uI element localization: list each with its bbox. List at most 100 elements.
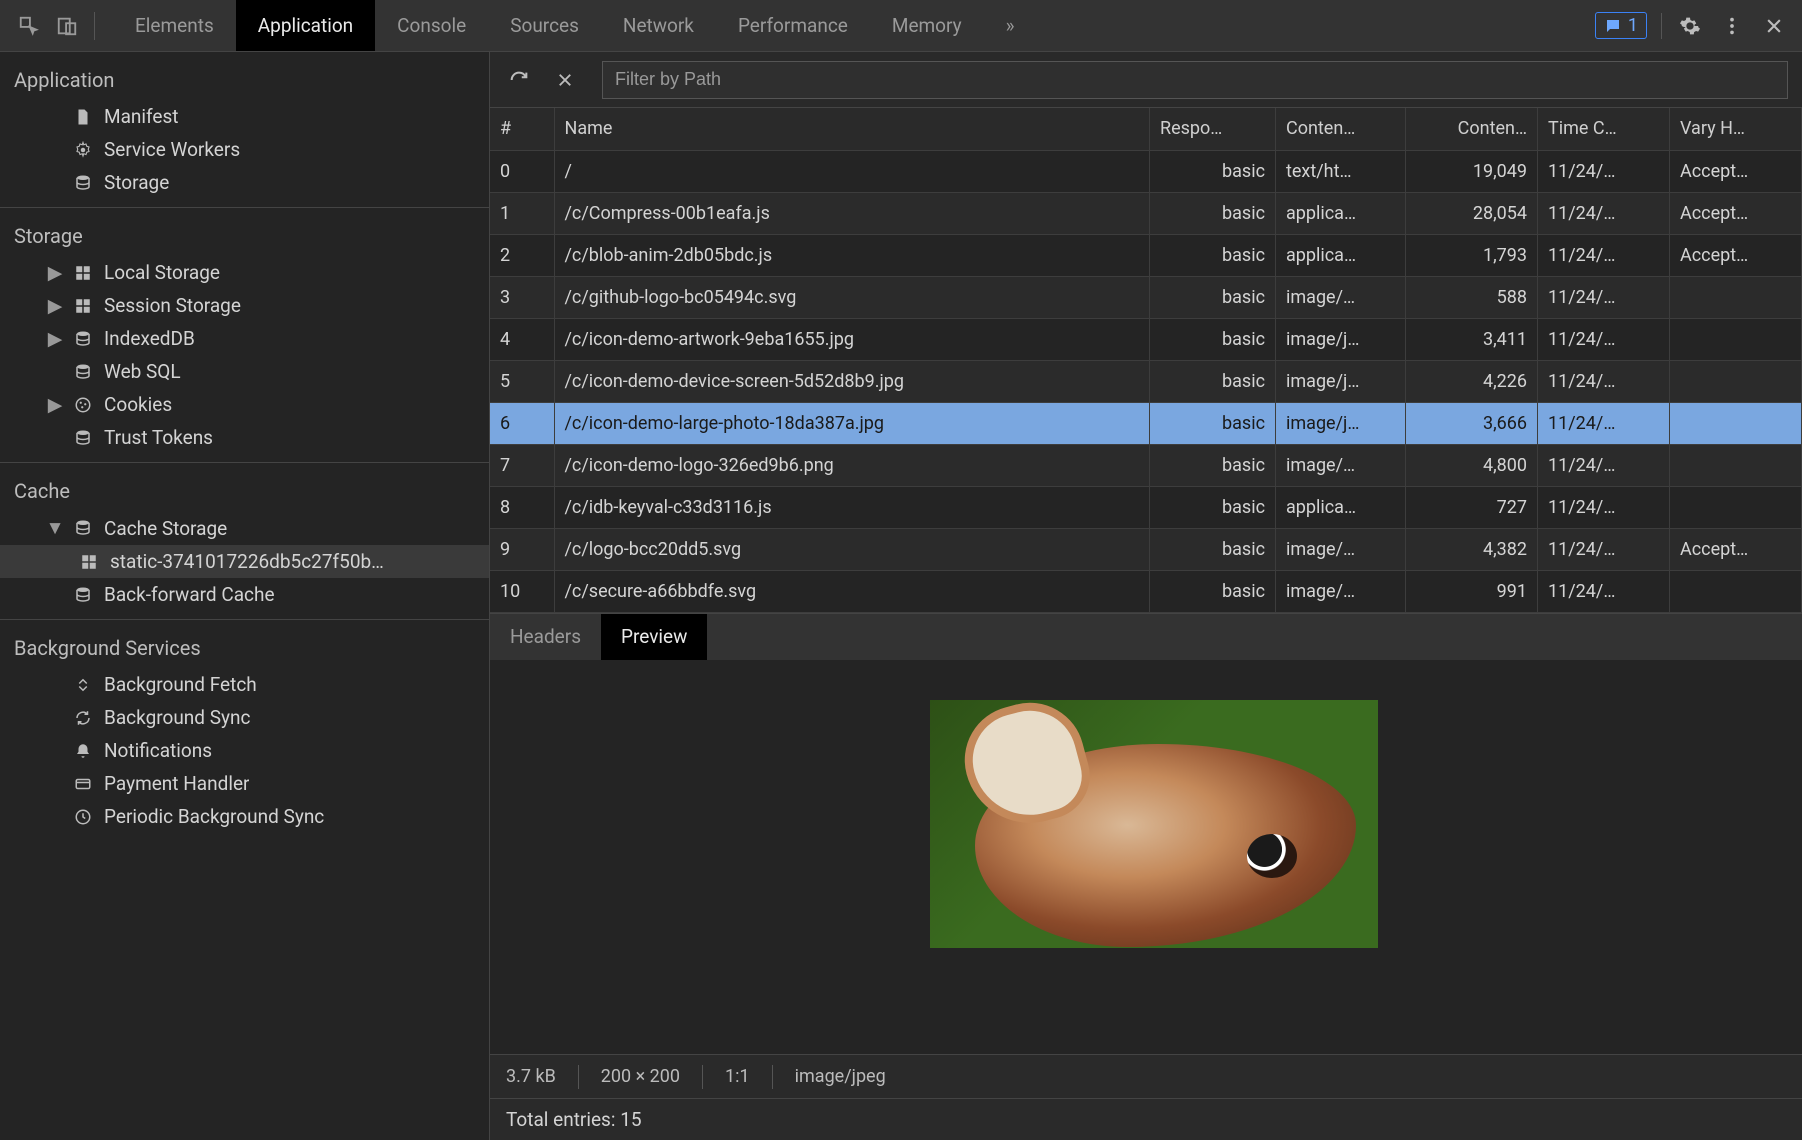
gear-icon bbox=[72, 141, 94, 159]
tab-console[interactable]: Console bbox=[375, 0, 488, 51]
refresh-button[interactable] bbox=[504, 65, 534, 95]
sidebar-item-notifications[interactable]: Notifications bbox=[0, 734, 489, 767]
cell-index: 9 bbox=[490, 528, 554, 570]
cell-time: 11/24/… bbox=[1538, 234, 1670, 276]
database-icon bbox=[72, 330, 94, 348]
sidebar-item-service-workers[interactable]: Service Workers bbox=[0, 133, 489, 166]
cell-time: 11/24/… bbox=[1538, 318, 1670, 360]
detail-tab-headers[interactable]: Headers bbox=[490, 614, 601, 660]
sidebar-item-trust-tokens[interactable]: Trust Tokens bbox=[0, 421, 489, 454]
sidebar-item-manifest[interactable]: Manifest bbox=[0, 100, 489, 133]
cell-response: basic bbox=[1150, 444, 1276, 486]
cell-response: basic bbox=[1150, 150, 1276, 192]
sidebar-item-session-storage[interactable]: ▶ Session Storage bbox=[0, 289, 489, 322]
cell-index: 2 bbox=[490, 234, 554, 276]
cell-content-type: image/j… bbox=[1276, 318, 1406, 360]
tab-sources[interactable]: Sources bbox=[488, 0, 601, 51]
table-row[interactable]: 0/basictext/ht…19,04911/24/…Accept… bbox=[490, 150, 1802, 192]
sidebar-item-cookies[interactable]: ▶ Cookies bbox=[0, 388, 489, 421]
inspect-element-icon[interactable] bbox=[12, 9, 46, 43]
tab-performance[interactable]: Performance bbox=[716, 0, 870, 51]
sidebar-item-indexeddb[interactable]: ▶ IndexedDB bbox=[0, 322, 489, 355]
preview-statusbar: 3.7 kB 200 × 200 1:1 image/jpeg bbox=[490, 1054, 1802, 1098]
table-row[interactable]: 7/c/icon-demo-logo-326ed9b6.pngbasicimag… bbox=[490, 444, 1802, 486]
cell-time: 11/24/… bbox=[1538, 528, 1670, 570]
device-toolbar-icon[interactable] bbox=[50, 9, 84, 43]
clock-icon bbox=[72, 808, 94, 826]
table-row[interactable]: 5/c/icon-demo-device-screen-5d52d8b9.jpg… bbox=[490, 360, 1802, 402]
cell-name: /c/idb-keyval-c33d3116.js bbox=[554, 486, 1150, 528]
bell-icon bbox=[72, 742, 94, 760]
sidebar-item-bg-fetch[interactable]: Background Fetch bbox=[0, 668, 489, 701]
cell-name: /c/blob-anim-2db05bdc.js bbox=[554, 234, 1150, 276]
detail-tab-preview[interactable]: Preview bbox=[601, 614, 707, 660]
sidebar-item-periodic-sync[interactable]: Periodic Background Sync bbox=[0, 800, 489, 833]
sidebar-item-payment[interactable]: Payment Handler bbox=[0, 767, 489, 800]
cell-content-type: image/… bbox=[1276, 276, 1406, 318]
panel-tabs: Elements Application Console Sources Net… bbox=[113, 0, 1037, 51]
sidebar-item-cache-storage[interactable]: ▼ Cache Storage bbox=[0, 511, 489, 545]
tab-more[interactable]: » bbox=[984, 0, 1037, 51]
cell-content-length: 1,793 bbox=[1406, 234, 1538, 276]
col-index[interactable]: # bbox=[490, 108, 554, 150]
tab-memory[interactable]: Memory bbox=[870, 0, 984, 51]
status-size: 3.7 kB bbox=[506, 1066, 556, 1087]
cell-vary bbox=[1670, 486, 1802, 528]
cell-name: /c/icon-demo-device-screen-5d52d8b9.jpg bbox=[554, 360, 1150, 402]
sidebar-item-websql[interactable]: Web SQL bbox=[0, 355, 489, 388]
section-application: Application bbox=[0, 60, 489, 100]
cell-content-type: image/… bbox=[1276, 444, 1406, 486]
cell-index: 6 bbox=[490, 402, 554, 444]
sidebar-item-bfcache[interactable]: Back-forward Cache bbox=[0, 578, 489, 611]
sidebar-item-bg-sync[interactable]: Background Sync bbox=[0, 701, 489, 734]
tab-elements[interactable]: Elements bbox=[113, 0, 236, 51]
status-dimensions: 200 × 200 bbox=[601, 1066, 680, 1087]
cell-index: 4 bbox=[490, 318, 554, 360]
cell-name: / bbox=[554, 150, 1150, 192]
fetch-icon bbox=[72, 676, 94, 694]
cell-name: /c/github-logo-bc05494c.svg bbox=[554, 276, 1150, 318]
card-icon bbox=[72, 775, 94, 793]
col-content-length[interactable]: Conten… bbox=[1406, 108, 1538, 150]
table-row[interactable]: 9/c/logo-bcc20dd5.svgbasicimage/…4,38211… bbox=[490, 528, 1802, 570]
tab-application[interactable]: Application bbox=[236, 0, 375, 51]
table-row[interactable]: 1/c/Compress-00b1eafa.jsbasicapplica…28,… bbox=[490, 192, 1802, 234]
sidebar-item-cache-entry[interactable]: static-3741017226db5c27f50b… bbox=[0, 545, 489, 578]
cell-response: basic bbox=[1150, 486, 1276, 528]
cell-vary: Accept… bbox=[1670, 528, 1802, 570]
sidebar-item-storage[interactable]: Storage bbox=[0, 166, 489, 199]
col-response[interactable]: Respo… bbox=[1150, 108, 1276, 150]
cell-time: 11/24/… bbox=[1538, 192, 1670, 234]
col-time-cached[interactable]: Time C… bbox=[1538, 108, 1670, 150]
close-devtools-icon[interactable] bbox=[1760, 12, 1788, 40]
topbar-right: 1 bbox=[1595, 12, 1802, 40]
table-row[interactable]: 2/c/blob-anim-2db05bdc.jsbasicapplica…1,… bbox=[490, 234, 1802, 276]
settings-icon[interactable] bbox=[1676, 12, 1704, 40]
clear-button[interactable] bbox=[550, 65, 580, 95]
filter-input[interactable] bbox=[602, 61, 1788, 99]
kebab-menu-icon[interactable] bbox=[1718, 12, 1746, 40]
total-label: Total entries: bbox=[506, 1108, 615, 1131]
table-row[interactable]: 4/c/icon-demo-artwork-9eba1655.jpgbasici… bbox=[490, 318, 1802, 360]
cell-response: basic bbox=[1150, 318, 1276, 360]
content-pane: # Name Respo… Conten… Conten… Time C… Va… bbox=[490, 52, 1802, 1140]
cell-content-length: 4,382 bbox=[1406, 528, 1538, 570]
tab-network[interactable]: Network bbox=[601, 0, 716, 51]
col-vary-header[interactable]: Vary H… bbox=[1670, 108, 1802, 150]
table-row[interactable]: 8/c/idb-keyval-c33d3116.jsbasicapplica…7… bbox=[490, 486, 1802, 528]
table-row[interactable]: 10/c/secure-a66bbdfe.svgbasicimage/…9911… bbox=[490, 570, 1802, 612]
database-icon bbox=[72, 429, 94, 447]
col-name[interactable]: Name bbox=[554, 108, 1150, 150]
issues-badge[interactable]: 1 bbox=[1595, 12, 1647, 39]
table-row[interactable]: 6/c/icon-demo-large-photo-18da387a.jpgba… bbox=[490, 402, 1802, 444]
table-row[interactable]: 3/c/github-logo-bc05494c.svgbasicimage/…… bbox=[490, 276, 1802, 318]
cell-name: /c/icon-demo-artwork-9eba1655.jpg bbox=[554, 318, 1150, 360]
col-content-type[interactable]: Conten… bbox=[1276, 108, 1406, 150]
footer-bar: Total entries: 15 bbox=[490, 1098, 1802, 1140]
sidebar-item-local-storage[interactable]: ▶ Local Storage bbox=[0, 256, 489, 289]
database-icon bbox=[72, 519, 94, 537]
cache-table: # Name Respo… Conten… Conten… Time C… Va… bbox=[490, 108, 1802, 614]
cell-content-length: 4,800 bbox=[1406, 444, 1538, 486]
cell-time: 11/24/… bbox=[1538, 486, 1670, 528]
caret-right-icon: ▶ bbox=[48, 294, 62, 317]
